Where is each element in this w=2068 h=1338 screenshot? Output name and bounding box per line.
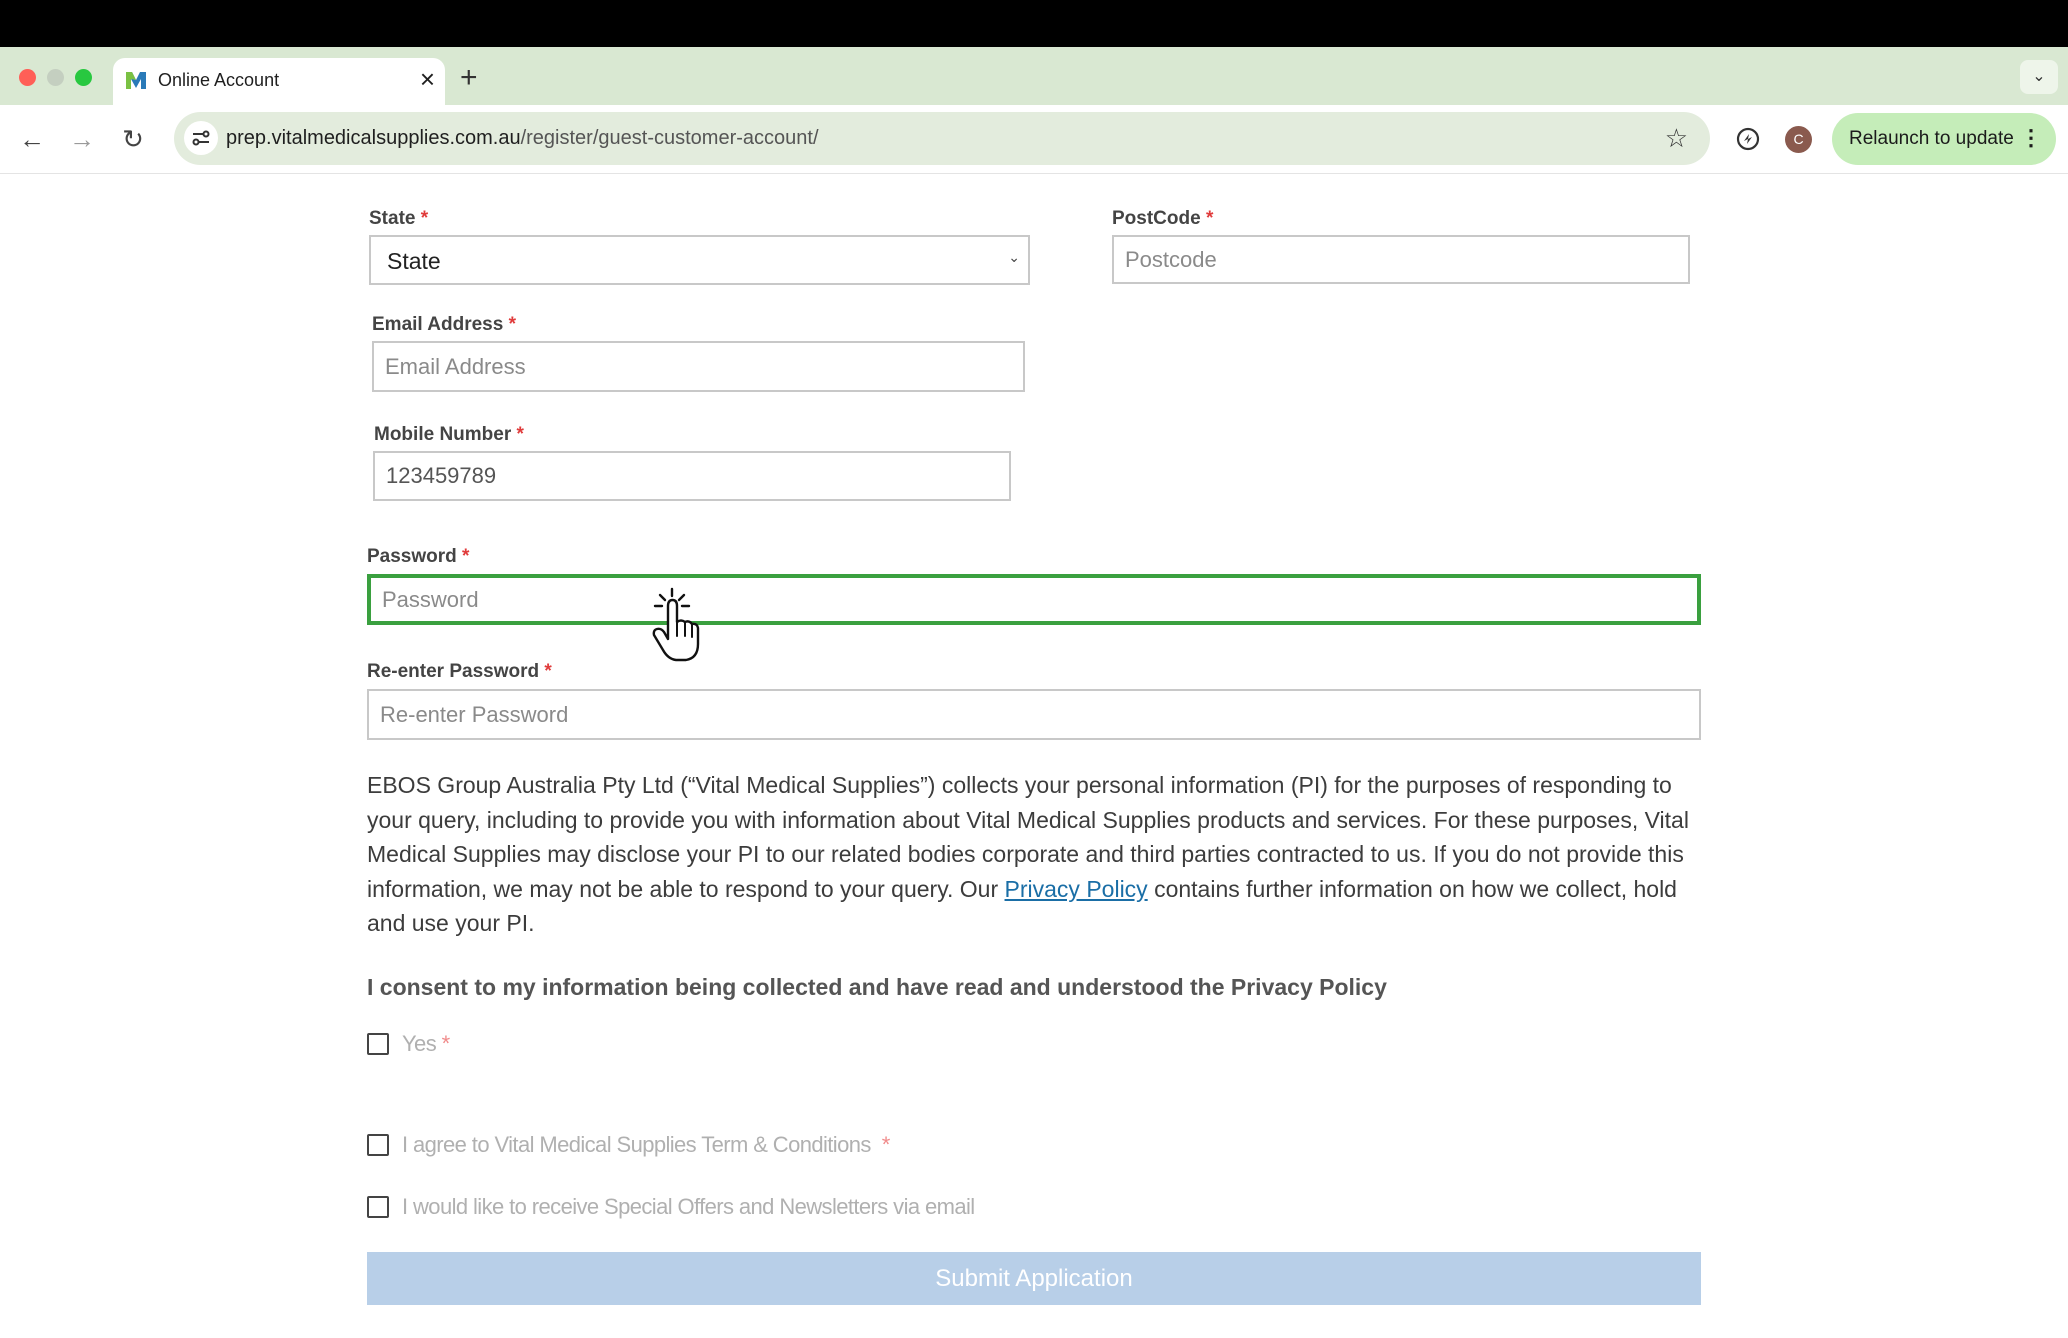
url-path: /register/guest-customer-account/ bbox=[520, 127, 819, 149]
consent-yes-label-text: Yes bbox=[402, 1031, 437, 1056]
newsletter-checkbox[interactable] bbox=[367, 1196, 389, 1218]
state-label: State * bbox=[369, 208, 428, 230]
bookmark-star-icon[interactable]: ☆ bbox=[1665, 124, 1688, 152]
required-marker: * bbox=[516, 424, 524, 445]
site-info-icon[interactable] bbox=[184, 121, 218, 155]
consent-title: I consent to my information being collec… bbox=[367, 974, 1387, 1000]
email-label-text: Email Address bbox=[372, 314, 504, 335]
required-marker: * bbox=[1205, 208, 1214, 229]
close-tab-icon[interactable]: × bbox=[420, 66, 435, 92]
relaunch-to-update-button[interactable]: Relaunch to update ⋮ bbox=[1832, 113, 2056, 165]
url-domain: prep.vitalmedicalsupplies.com.au bbox=[226, 127, 521, 149]
new-tab-button[interactable]: + bbox=[460, 58, 478, 98]
postcode-label-text: PostCode bbox=[1112, 208, 1201, 229]
url-text: prep.vitalmedicalsupplies.com.au/registe… bbox=[226, 126, 819, 151]
close-window-button[interactable] bbox=[19, 69, 36, 86]
terms-checkbox[interactable] bbox=[367, 1134, 389, 1156]
required-marker: * bbox=[544, 661, 552, 682]
tab-search-icon[interactable]: ⌄ bbox=[2020, 60, 2058, 94]
reload-icon[interactable]: ↻ bbox=[118, 124, 148, 154]
state-label-text: State bbox=[369, 208, 416, 229]
required-marker: * bbox=[508, 314, 516, 335]
privacy-notice: EBOS Group Australia Pty Ltd (“Vital Med… bbox=[367, 768, 1707, 941]
required-marker: * bbox=[462, 546, 470, 567]
state-select-value: State bbox=[387, 248, 441, 274]
relaunch-label: Relaunch to update bbox=[1849, 128, 2014, 149]
forward-icon[interactable]: → bbox=[67, 124, 97, 154]
consent-yes-label: Yes * bbox=[402, 1031, 450, 1057]
extensions-icon[interactable] bbox=[1733, 124, 1763, 154]
tab-title: Online Account bbox=[158, 70, 280, 90]
more-menu-icon[interactable]: ⋮ bbox=[2020, 125, 2042, 151]
mobile-label-text: Mobile Number bbox=[374, 424, 512, 445]
required-marker: * bbox=[441, 1031, 451, 1056]
required-marker: * bbox=[881, 1132, 891, 1157]
back-icon[interactable]: ← bbox=[17, 124, 47, 154]
newsletter-label: I would like to receive Special Offers a… bbox=[402, 1194, 975, 1219]
required-marker: * bbox=[420, 208, 429, 229]
site-favicon-icon bbox=[126, 72, 146, 89]
hand-pointer-cursor-icon bbox=[652, 587, 700, 662]
reenter-password-input[interactable] bbox=[367, 689, 1701, 740]
reenter-password-label: Re-enter Password * bbox=[367, 661, 552, 683]
mobile-label: Mobile Number * bbox=[374, 424, 524, 446]
minimize-window-button[interactable] bbox=[47, 69, 64, 86]
chevron-down-icon: ⌄ bbox=[1008, 249, 1020, 265]
terms-label-text: I agree to Vital Medical Supplies Term &… bbox=[402, 1132, 871, 1157]
profile-avatar[interactable]: C bbox=[1785, 126, 1812, 153]
password-label-text: Password bbox=[367, 546, 457, 567]
tab-online-account[interactable]: Online Account × bbox=[113, 58, 445, 105]
privacy-policy-link[interactable]: Privacy Policy bbox=[1005, 876, 1148, 902]
terms-label: I agree to Vital Medical Supplies Term &… bbox=[402, 1132, 890, 1158]
address-bar[interactable]: prep.vitalmedicalsupplies.com.au/registe… bbox=[174, 112, 1710, 165]
reenter-password-label-text: Re-enter Password bbox=[367, 661, 540, 682]
password-input[interactable] bbox=[367, 574, 1701, 625]
consent-yes-checkbox[interactable] bbox=[367, 1033, 389, 1055]
email-label: Email Address * bbox=[372, 314, 516, 336]
postcode-label: PostCode * bbox=[1112, 208, 1213, 230]
email-input[interactable] bbox=[372, 341, 1025, 392]
system-top-bar bbox=[0, 0, 2068, 47]
postcode-input[interactable] bbox=[1112, 235, 1690, 284]
mobile-input[interactable] bbox=[373, 451, 1011, 501]
state-select[interactable]: State ⌄ bbox=[369, 235, 1030, 285]
submit-application-button[interactable]: Submit Application bbox=[367, 1252, 1701, 1305]
maximize-window-button[interactable] bbox=[75, 69, 92, 86]
password-label: Password * bbox=[367, 546, 469, 568]
